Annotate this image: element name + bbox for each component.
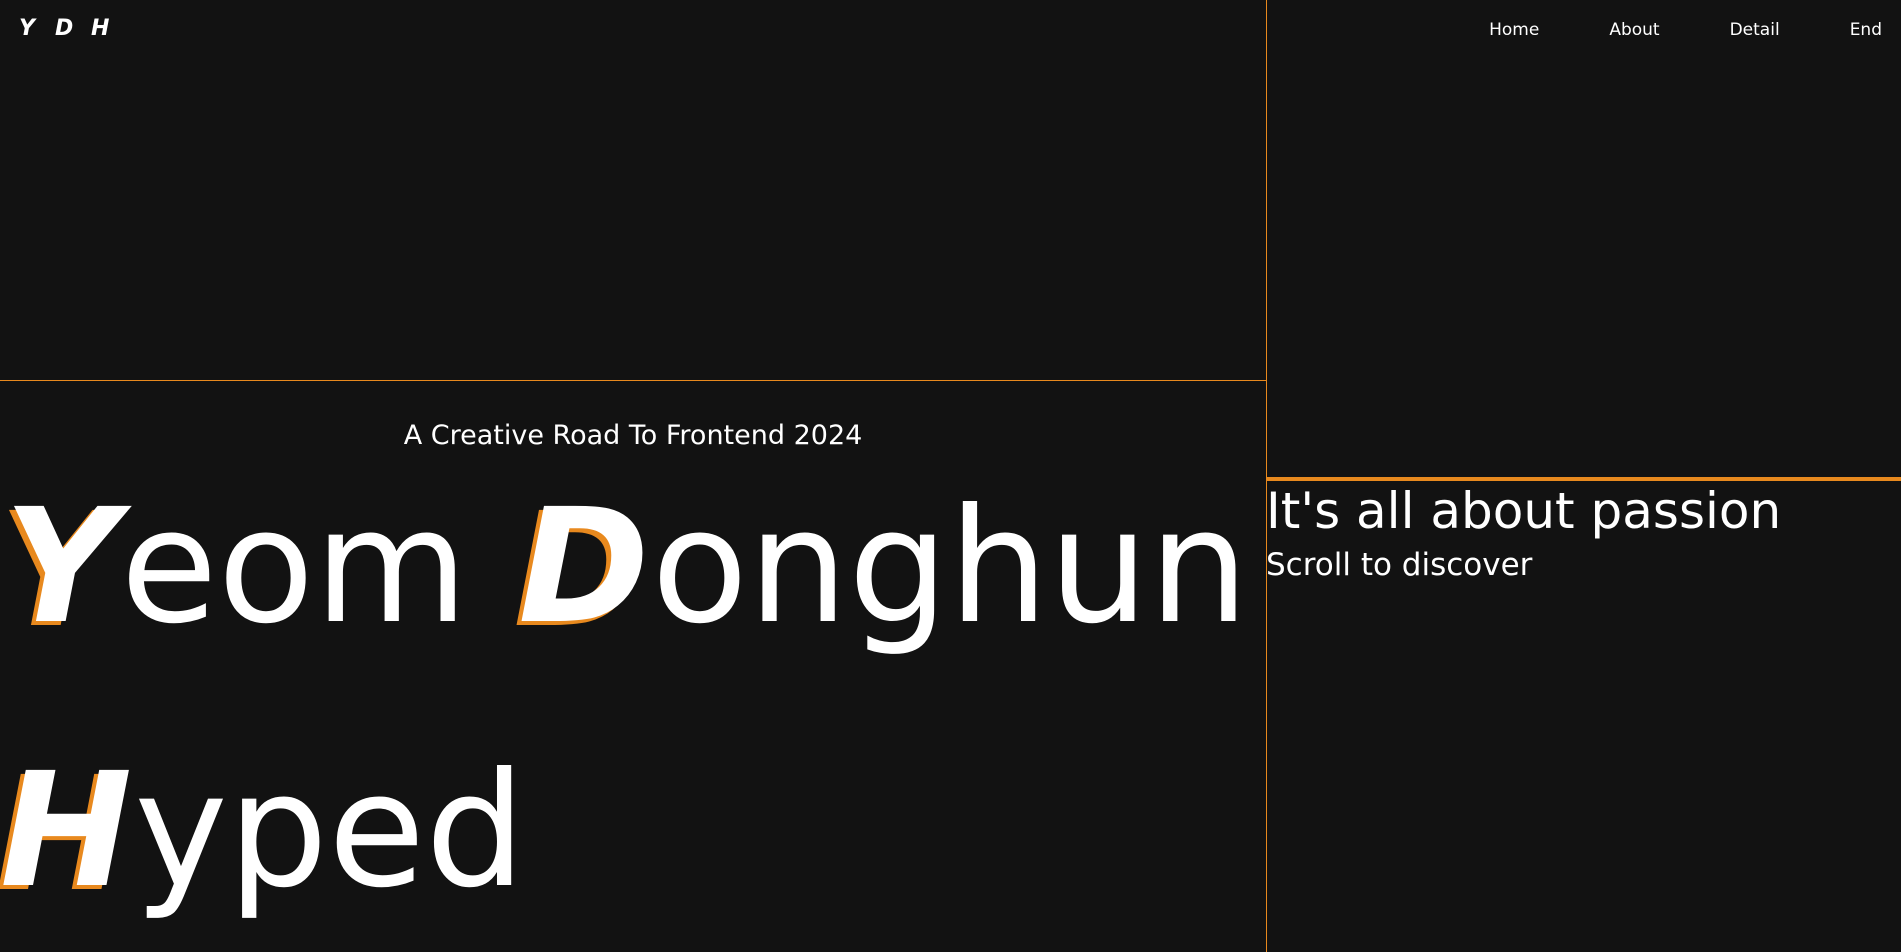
passion-heading: It's all about passion [1266, 482, 1782, 540]
vertical-divider [1266, 0, 1267, 952]
hero-name-line-2: Hyped [0, 752, 526, 910]
nav-link-end[interactable]: End [1850, 20, 1882, 40]
hero-word-yped: yped [134, 739, 526, 923]
logo[interactable]: Y D H [19, 16, 112, 41]
nav-link-home[interactable]: Home [1489, 20, 1539, 40]
nav-link-detail[interactable]: Detail [1730, 20, 1780, 40]
top-nav: Home About Detail End [1419, 20, 1882, 40]
hero-word-onghun: onghun [651, 475, 1249, 659]
hero-subtitle: A Creative Road To Frontend 2024 [403, 420, 863, 451]
hero-name-line-1: Yeom Donghun [4, 488, 1249, 646]
hero-initial-d: D [518, 475, 650, 659]
nav-link-about[interactable]: About [1609, 20, 1659, 40]
hero-initial-y: Y [4, 475, 119, 659]
scroll-hint: Scroll to discover [1266, 547, 1533, 583]
horizontal-divider-left [0, 380, 1266, 381]
page: Y D H Home About Detail End A Creative R… [0, 0, 1901, 952]
hero-initial-h: H [0, 739, 133, 923]
logo-letter-d: D [55, 16, 74, 41]
logo-letter-y: Y [19, 16, 35, 41]
horizontal-divider-right [1267, 477, 1901, 481]
logo-letter-h: H [91, 16, 110, 41]
hero-word-eom: eom [120, 475, 469, 659]
